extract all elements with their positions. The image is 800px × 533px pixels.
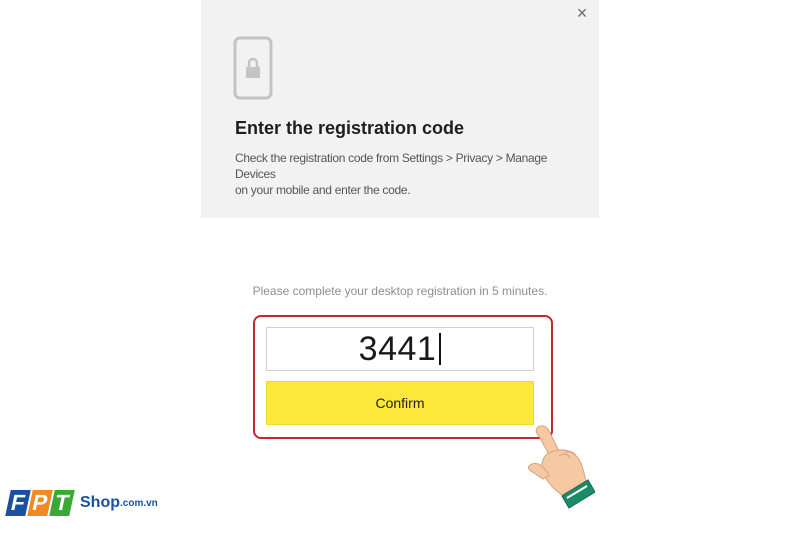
dialog-title: Enter the registration code: [235, 118, 465, 138]
phone-lock-icon: [233, 36, 273, 100]
time-limit-notice: Please complete your desktop registratio…: [252, 284, 548, 298]
dialog-description: Check the registration code from Setting…: [235, 150, 565, 198]
registration-code-input[interactable]: 3441: [266, 327, 534, 371]
dialog-header: × Enter the registration code Check the …: [201, 0, 599, 218]
logo-domain-text: .com.vn: [120, 497, 158, 509]
confirm-button[interactable]: Confirm: [266, 381, 534, 425]
logo-shop-text: Shop: [80, 494, 120, 511]
close-icon[interactable]: ×: [573, 4, 591, 22]
description-line-2: Devices: [235, 167, 276, 181]
description-line-1: Check the registration code from Setting…: [235, 151, 548, 165]
description-line-3: on your mobile and enter the code.: [235, 183, 411, 197]
logo-letter-t: T: [49, 490, 75, 516]
fptshop-logo: F P T Shop .com.vn: [5, 488, 158, 518]
code-value: 3441: [358, 329, 437, 368]
pointing-hand-icon: [528, 425, 595, 509]
text-caret: [439, 333, 442, 365]
